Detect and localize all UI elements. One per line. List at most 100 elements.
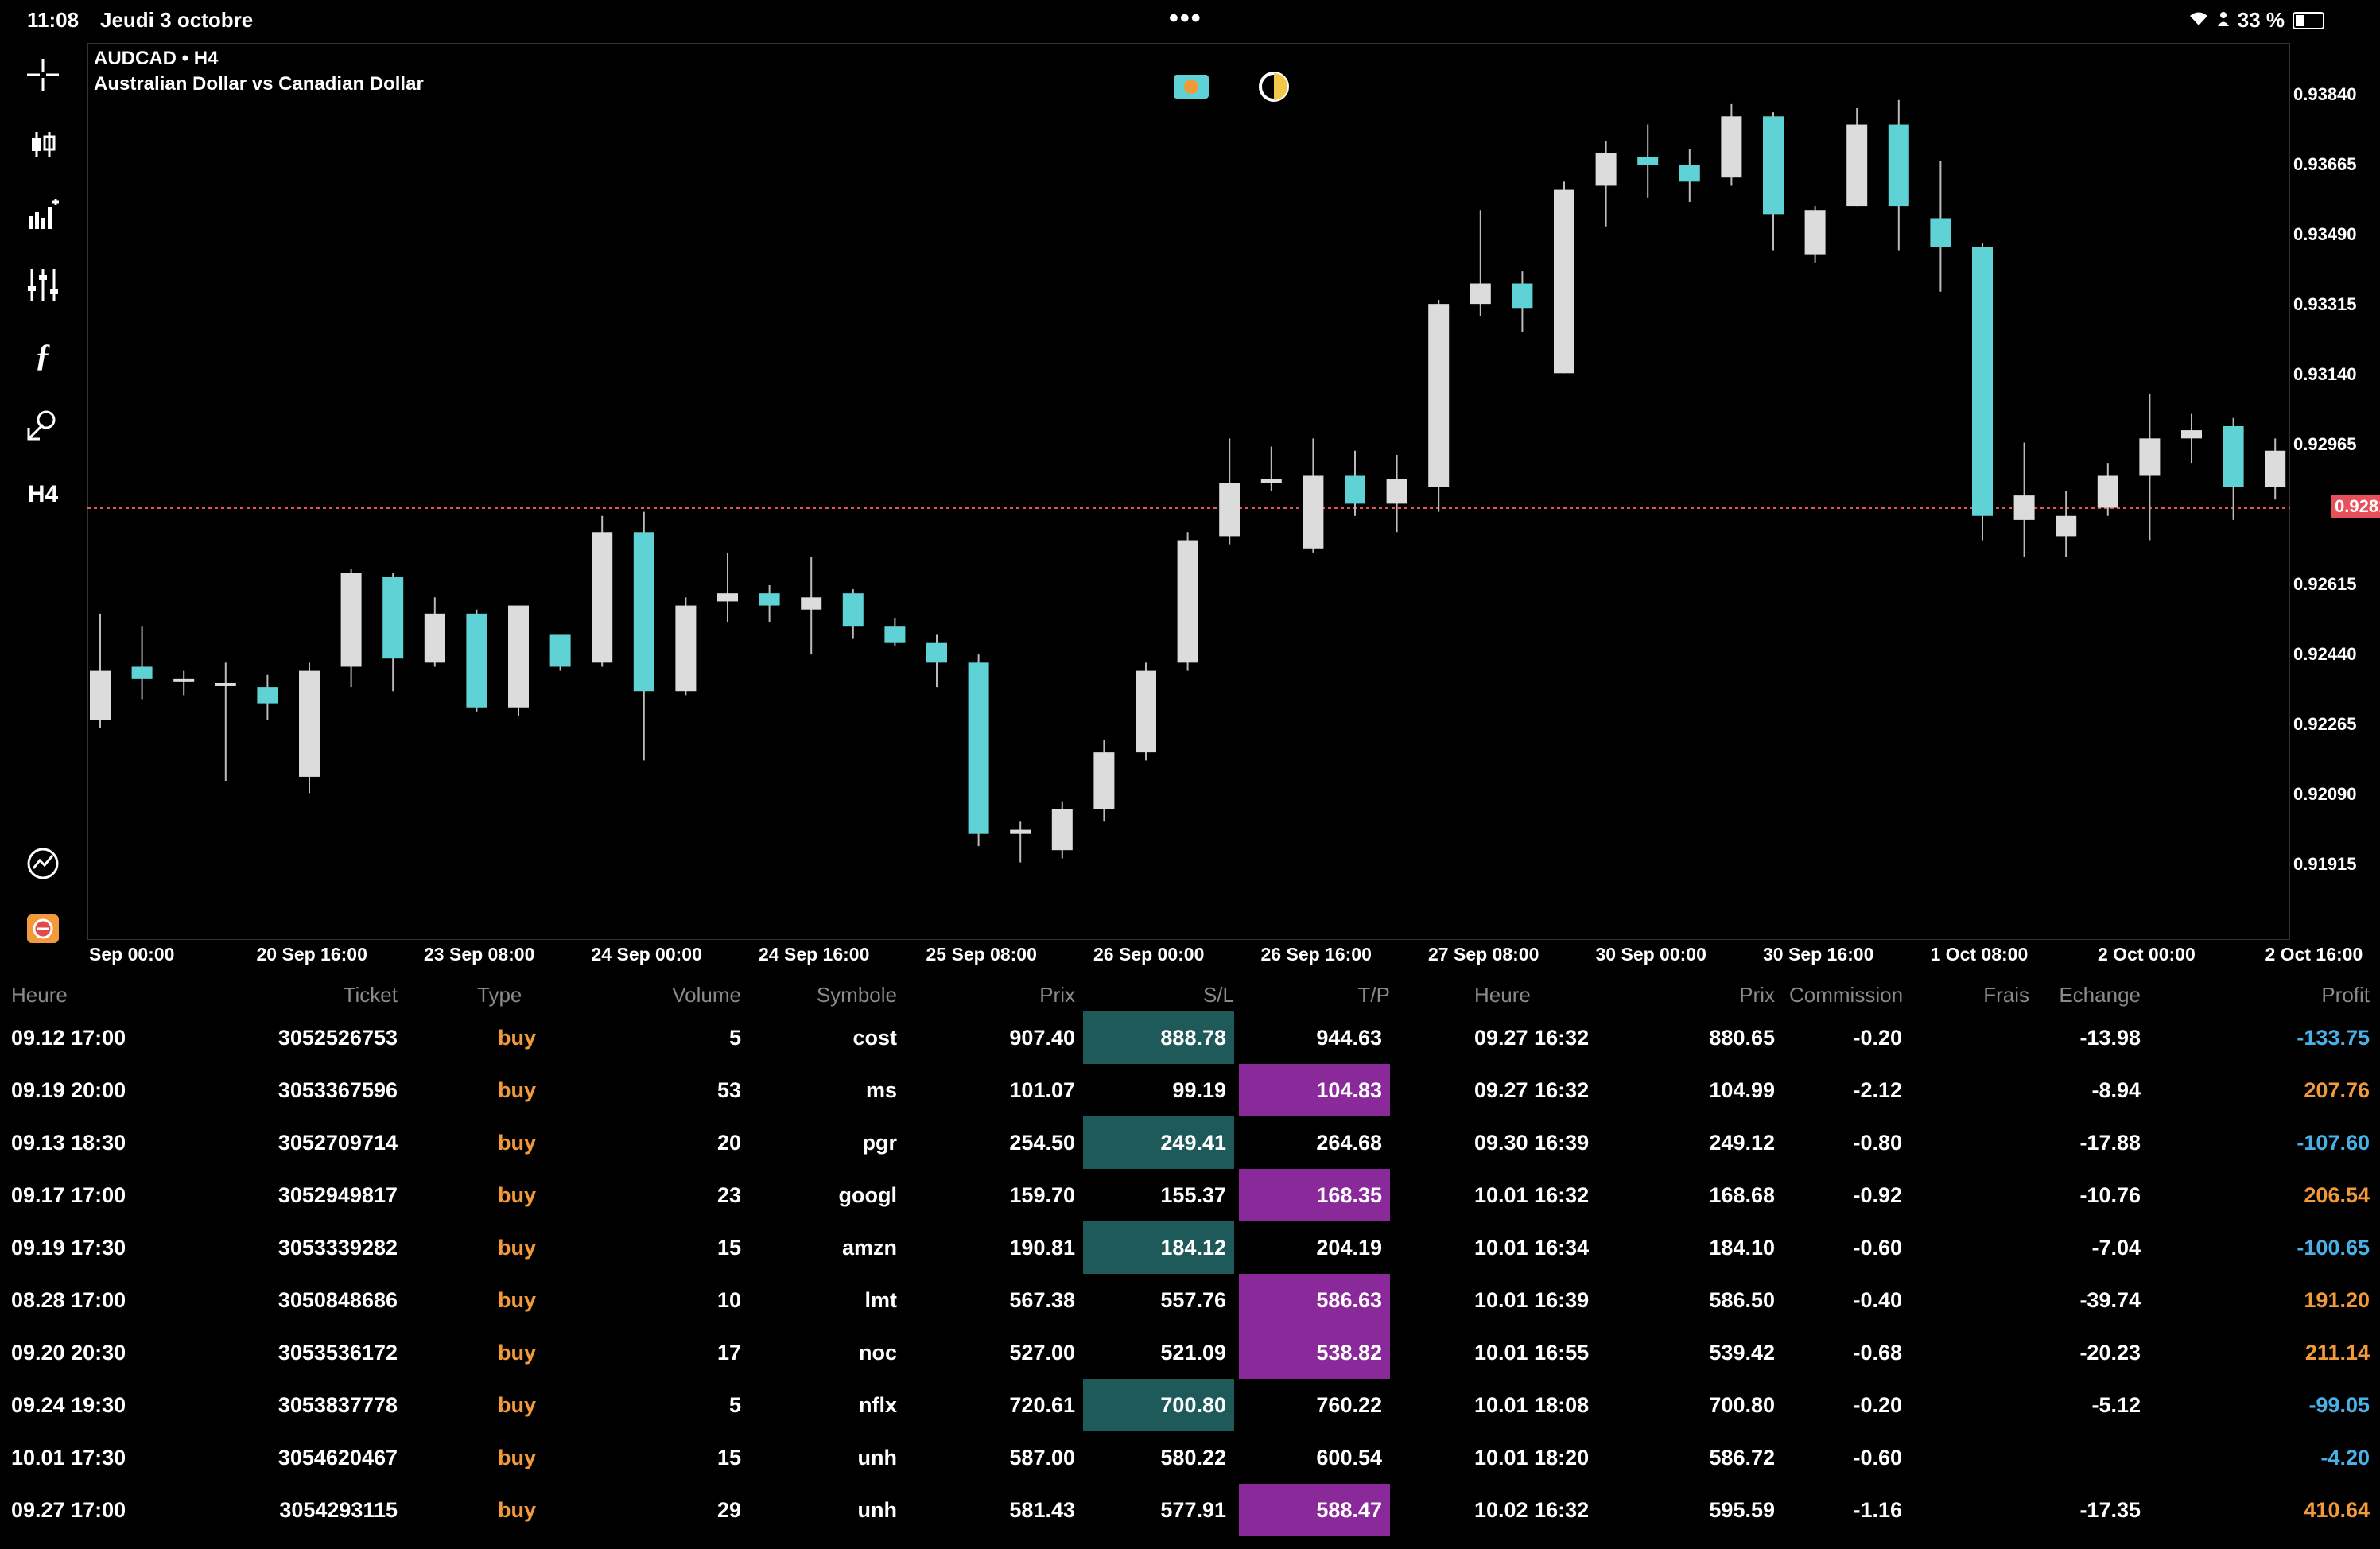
cell-heure: 09.27 17:00 xyxy=(11,1498,126,1522)
cell-prix: 254.50 xyxy=(1009,1131,1075,1155)
cell-heure2: 09.27 16:32 xyxy=(1474,1078,1590,1102)
x-tick-label: 30 Sep 16:00 xyxy=(1763,944,1874,965)
column-header[interactable]: Symbole xyxy=(763,983,897,1007)
table-row[interactable]: 09.19 17:30 3053339282 buy 15 amzn 190.81 184.… xyxy=(0,1221,2380,1274)
column-header[interactable]: Ticket xyxy=(239,983,398,1007)
cell-sl: 99.19 xyxy=(1172,1078,1226,1102)
candle xyxy=(592,515,613,667)
column-header[interactable]: Heure xyxy=(11,983,146,1007)
table-row[interactable]: 09.17 17:00 3052949817 buy 23 googl 159.70 155… xyxy=(0,1169,2380,1221)
candlestick-icon[interactable] xyxy=(19,121,67,169)
cell-echange: -39.74 xyxy=(2079,1288,2141,1312)
bear-candle-body xyxy=(842,593,864,627)
cell-prix2: 700.80 xyxy=(1709,1393,1775,1417)
column-header[interactable]: T/P xyxy=(1239,983,1390,1007)
cell-heure: 09.20 20:30 xyxy=(11,1341,126,1365)
candlestick-chart[interactable] xyxy=(87,43,2290,940)
crosshair-icon[interactable] xyxy=(19,51,67,99)
column-header[interactable]: Prix xyxy=(1678,983,1775,1007)
column-header[interactable]: Echange xyxy=(2053,983,2141,1007)
trade-icon[interactable] xyxy=(19,905,67,953)
cell-type: buy xyxy=(497,1288,536,1312)
cell-heure2: 10.01 18:08 xyxy=(1474,1393,1590,1417)
cell-prix: 720.61 xyxy=(1009,1393,1075,1417)
chart-symbol-title: AUDCAD • H4 xyxy=(94,48,219,69)
cell-ticket: 3054293115 xyxy=(279,1498,398,1522)
cell-volume: 53 xyxy=(716,1078,741,1102)
cell-profit: -133.75 xyxy=(2297,1026,2370,1050)
candle xyxy=(968,654,989,847)
x-tick-label: 1 Oct 08:00 xyxy=(1930,944,2029,965)
x-tick-label: Sep 00:00 xyxy=(89,944,175,965)
chart-symbol-description: Australian Dollar vs Canadian Dollar xyxy=(94,73,424,95)
cell-type: buy xyxy=(497,1183,536,1207)
x-tick-label: 27 Sep 08:00 xyxy=(1428,944,1539,965)
bull-candle-body xyxy=(1260,479,1282,483)
table-row[interactable]: 09.19 20:00 3053367596 buy 53 ms 101.07 99.19 1… xyxy=(0,1064,2380,1116)
settings-sliders-icon[interactable] xyxy=(19,261,67,309)
table-row[interactable]: 09.13 18:30 3052709714 buy 20 pgr 254.50 249.4… xyxy=(0,1116,2380,1169)
wifi-icon xyxy=(2188,8,2209,33)
price-chart[interactable] xyxy=(87,43,2290,940)
trade-history-table: Heure Ticket Type Volume Symbole Prix S/L T/P He… xyxy=(0,972,2380,1549)
table-row[interactable]: 09.24 19:30 3053837778 buy 5 nflx 720.61 700.8… xyxy=(0,1379,2380,1431)
timeframe-label[interactable]: H4 xyxy=(19,471,67,518)
cell-tp: 204.19 xyxy=(1316,1236,1382,1260)
table-row[interactable]: 09.20 20:30 3053536172 buy 17 noc 527.00 521.0… xyxy=(0,1326,2380,1379)
column-header[interactable]: Volume xyxy=(636,983,741,1007)
cell-profit: 191.20 xyxy=(2304,1288,2370,1312)
cell-profit: 206.54 xyxy=(2304,1183,2370,1207)
cell-volume: 20 xyxy=(716,1131,741,1155)
cell-heure2: 10.01 16:39 xyxy=(1474,1288,1590,1312)
table-row[interactable]: 10.01 17:30 3054620467 buy 15 unh 587.00 580.2… xyxy=(0,1431,2380,1484)
candle xyxy=(1136,662,1156,761)
bull-candle-body xyxy=(2013,495,2035,520)
quick-trade-icon[interactable] xyxy=(19,840,67,887)
cell-prix2: 184.10 xyxy=(1709,1236,1775,1260)
column-header[interactable]: Type xyxy=(477,983,557,1007)
column-header[interactable]: S/L xyxy=(1083,983,1234,1007)
cell-type: buy xyxy=(497,1078,536,1102)
cell-heure: 09.19 17:30 xyxy=(11,1236,126,1260)
cell-frais xyxy=(1940,1274,2029,1326)
y-tick-label: 0.93665 xyxy=(2293,154,2357,174)
column-header[interactable]: Frais xyxy=(1940,983,2029,1007)
object-icon[interactable] xyxy=(19,401,67,448)
cell-sl: 888.78 xyxy=(1083,1011,1234,1064)
cell-frais xyxy=(1940,1011,2029,1064)
cell-ticket: 3053339282 xyxy=(278,1236,398,1260)
cell-prix: 907.40 xyxy=(1009,1026,1075,1050)
cell-symbole: unh xyxy=(857,1446,897,1469)
indicators-icon[interactable] xyxy=(19,191,67,239)
column-header[interactable]: Prix xyxy=(938,983,1075,1007)
cell-prix: 567.38 xyxy=(1009,1288,1075,1312)
cell-prix2: 249.12 xyxy=(1709,1131,1775,1155)
cell-prix2: 104.99 xyxy=(1709,1078,1775,1102)
cell-profit: -99.05 xyxy=(2308,1393,2370,1417)
cell-echange: -17.35 xyxy=(2079,1498,2141,1522)
column-header[interactable]: Heure xyxy=(1474,983,1609,1007)
cell-ticket: 3053837778 xyxy=(278,1393,398,1417)
table-row[interactable]: 09.12 17:00 3052526753 buy 5 cost 907.40 888.7… xyxy=(0,1011,2380,1064)
cell-prix: 190.81 xyxy=(1009,1236,1075,1260)
cell-symbole: cost xyxy=(852,1026,897,1050)
cell-type: buy xyxy=(497,1236,536,1260)
cell-type: buy xyxy=(497,1446,536,1469)
multitask-dots-icon[interactable]: ••• xyxy=(1169,3,1202,34)
function-icon[interactable]: ƒ xyxy=(19,331,67,379)
column-header[interactable]: Commission xyxy=(1789,983,1903,1007)
table-row[interactable]: 08.28 17:00 3050848686 buy 10 lmt 567.38 557.7… xyxy=(0,1274,2380,1326)
y-tick-label: 0.92265 xyxy=(2293,714,2357,734)
cell-symbole: lmt xyxy=(864,1288,898,1312)
cell-heure2: 10.01 18:20 xyxy=(1474,1446,1590,1469)
x-tick-label: 23 Sep 08:00 xyxy=(424,944,535,965)
cell-frais xyxy=(1940,1116,2029,1169)
one-click-trading-icon[interactable] xyxy=(1174,75,1209,99)
cell-heure: 08.28 17:00 xyxy=(11,1288,126,1312)
y-tick-label: 0.92090 xyxy=(2293,784,2357,804)
candle xyxy=(1721,103,1742,186)
candle xyxy=(1093,740,1115,822)
candle xyxy=(508,605,529,716)
table-row[interactable]: 09.27 17:00 3054293115 buy 29 unh 581.43 577.9… xyxy=(0,1484,2380,1536)
column-header[interactable]: Profit xyxy=(2211,983,2370,1007)
